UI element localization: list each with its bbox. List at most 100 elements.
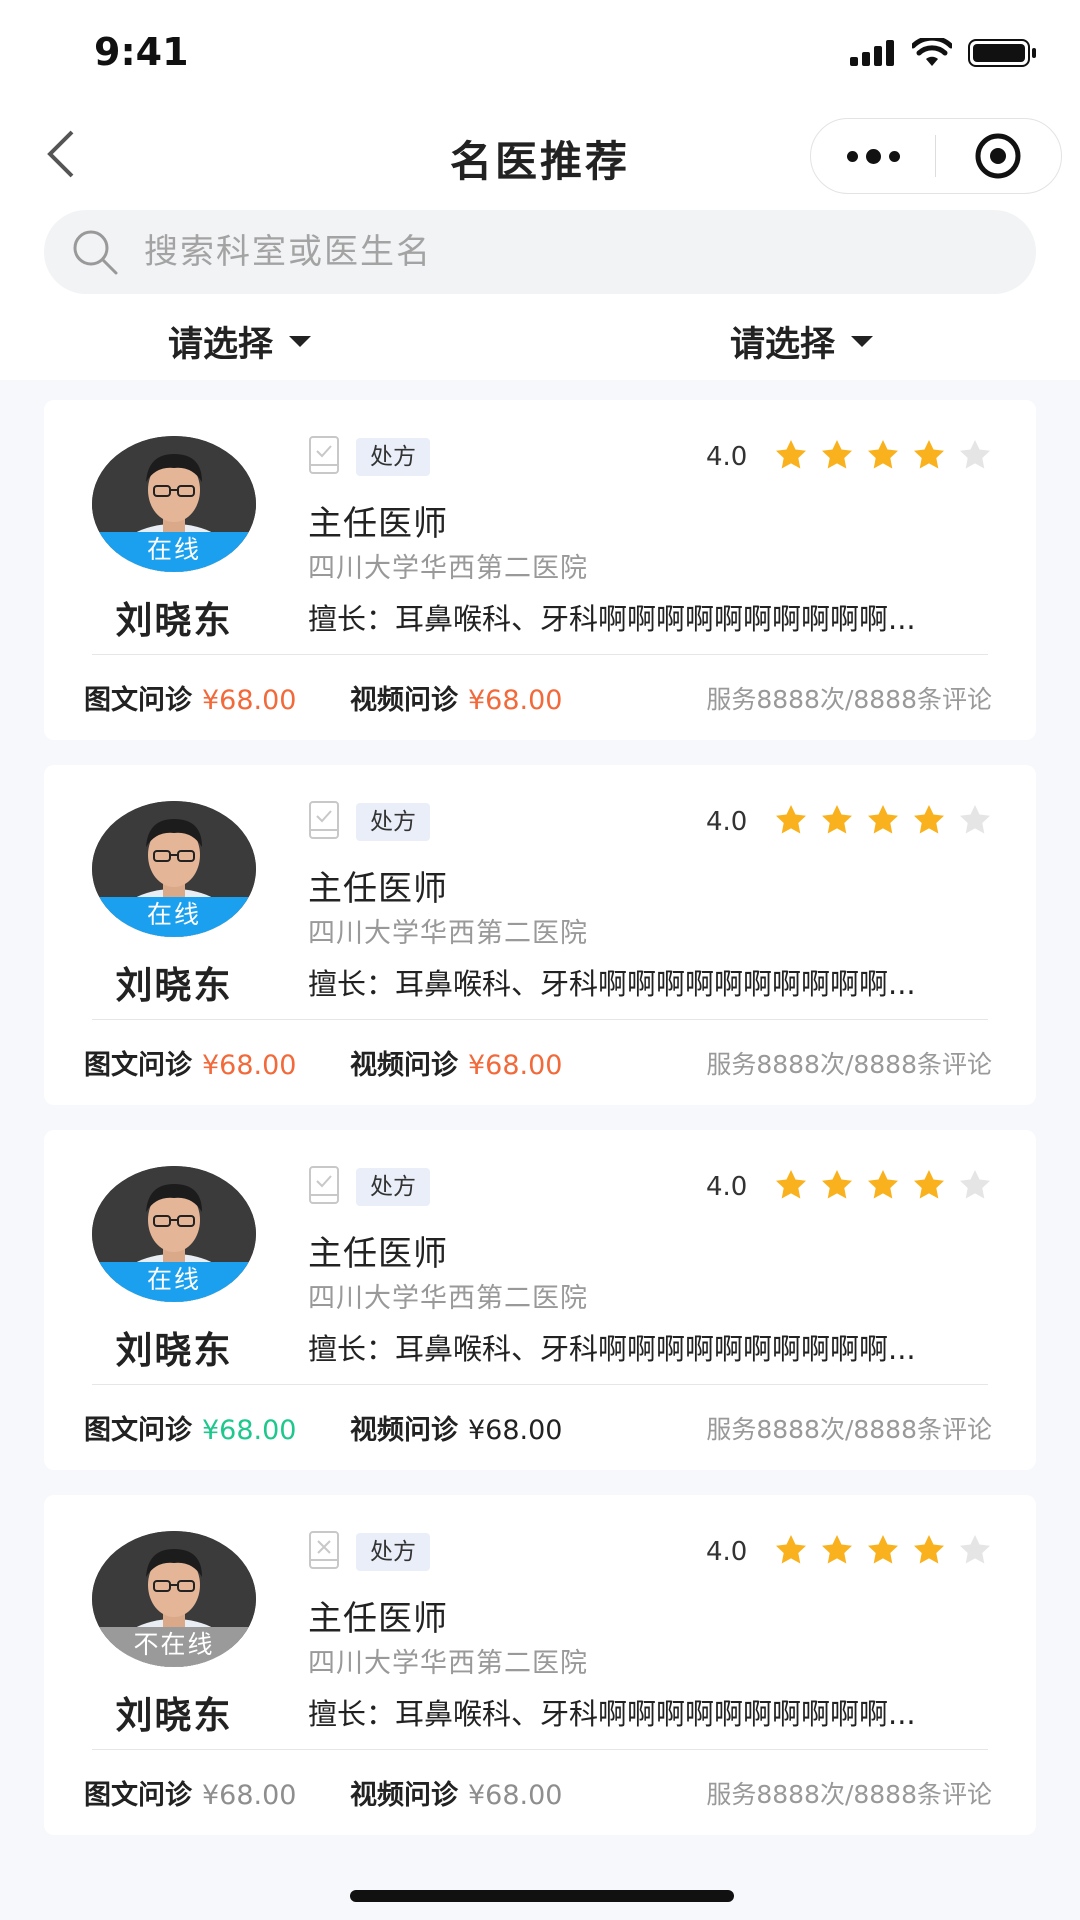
doctor-specialty: 擅长：耳鼻喉科、牙科啊啊啊啊啊啊啊啊啊啊... [308, 602, 916, 636]
star-empty-icon [960, 1170, 990, 1199]
phone-check-icon [309, 801, 339, 839]
doctor-title: 主任医师 [308, 869, 448, 909]
hospital-name: 四川大学华西第二医院 [308, 918, 588, 949]
star-filled-icon [868, 440, 898, 469]
star-empty-icon [960, 805, 990, 834]
text-consult-label: 图文问诊 [84, 1050, 192, 1081]
star-empty-icon [960, 440, 990, 469]
online-status-badge: 在线 [92, 897, 256, 937]
star-filled-icon [822, 805, 852, 834]
doctor-avatar: 在线 [92, 1166, 256, 1302]
video-consult[interactable]: 视频问诊 ¥68.00 [350, 1773, 562, 1812]
star-rating [774, 1533, 992, 1567]
video-consult-price: ¥68.00 [468, 685, 563, 716]
video-consult[interactable]: 视频问诊 ¥68.00 [350, 1408, 562, 1447]
doctor-specialty: 擅长：耳鼻喉科、牙科啊啊啊啊啊啊啊啊啊啊... [308, 1697, 916, 1731]
star-filled-icon [776, 1170, 806, 1199]
doctor-specialty: 擅长：耳鼻喉科、牙科啊啊啊啊啊啊啊啊啊啊... [308, 967, 916, 1001]
online-status-badge: 在线 [92, 532, 256, 572]
status-bar: 9:41 [0, 0, 1080, 100]
star-filled-icon [914, 805, 944, 834]
text-consult[interactable]: 图文问诊 ¥68.00 [84, 678, 296, 717]
doctor-title: 主任医师 [308, 1599, 448, 1639]
rating-value: 4.0 [706, 807, 748, 837]
phone-check-icon [309, 436, 339, 474]
video-consult[interactable]: 视频问诊 ¥68.00 [350, 678, 562, 717]
filter-bar: 请选择 请选择 [0, 310, 1080, 380]
signal-icon [850, 40, 894, 66]
star-filled-icon [822, 440, 852, 469]
miniprogram-capsule [810, 118, 1062, 194]
doctor-name: 刘晓东 [115, 1329, 233, 1372]
star-filled-icon [868, 1535, 898, 1564]
star-filled-icon [776, 1535, 806, 1564]
service-stats: 服务8888次/8888条评论 [706, 1780, 992, 1809]
doctor-card[interactable]: 在线 刘晓东 处方 4.0 主任医师 四川大学华西第二医院 擅长：耳鼻喉科、牙科… [44, 1130, 1036, 1470]
star-rating [774, 438, 992, 472]
card-divider [92, 1384, 988, 1385]
home-indicator [350, 1890, 734, 1902]
doctor-name: 刘晓东 [115, 964, 233, 1007]
doctor-avatar: 在线 [92, 436, 256, 572]
video-consult-label: 视频问诊 [350, 1780, 458, 1811]
filter-label: 请选择 [168, 325, 274, 365]
search-area: 请选择 请选择 [0, 210, 1080, 380]
hospital-name: 四川大学华西第二医院 [308, 1283, 588, 1314]
close-miniprogram-button[interactable] [936, 119, 1060, 193]
more-dot-icon [888, 150, 900, 162]
online-status-badge: 在线 [92, 1262, 256, 1302]
star-filled-icon [868, 805, 898, 834]
filter-dropdown-2[interactable]: 请选择 [730, 316, 874, 367]
text-consult-label: 图文问诊 [84, 1780, 192, 1811]
text-consult-price: ¥68.00 [202, 1415, 297, 1446]
text-consult[interactable]: 图文问诊 ¥68.00 [84, 1773, 296, 1812]
star-filled-icon [868, 1170, 898, 1199]
filter-dropdown-1[interactable]: 请选择 [168, 316, 312, 367]
text-consult[interactable]: 图文问诊 ¥68.00 [84, 1043, 296, 1082]
hospital-name: 四川大学华西第二医院 [308, 1648, 588, 1679]
star-filled-icon [914, 1535, 944, 1564]
service-stats: 服务8888次/8888条评论 [706, 685, 992, 714]
nav-bar: 名医推荐 [0, 100, 1080, 210]
star-filled-icon [776, 805, 806, 834]
star-filled-icon [822, 1535, 852, 1564]
star-filled-icon [776, 440, 806, 469]
prescription-badge: 处方 [356, 803, 430, 841]
doctor-card[interactable]: 在线 刘晓东 处方 4.0 主任医师 四川大学华西第二医院 擅长：耳鼻喉科、牙科… [44, 765, 1036, 1105]
doctor-name: 刘晓东 [115, 1694, 233, 1737]
text-consult-price: ¥68.00 [202, 1050, 297, 1081]
search-input[interactable] [142, 231, 946, 273]
text-consult-price: ¥68.00 [202, 1780, 297, 1811]
doctor-avatar: 不在线 [92, 1531, 256, 1667]
rating-value: 4.0 [706, 1172, 748, 1202]
doctor-avatar: 在线 [92, 801, 256, 937]
wifi-icon [912, 38, 952, 66]
text-consult-price: ¥68.00 [202, 685, 297, 716]
doctor-card[interactable]: 在线 刘晓东 处方 4.0 主任医师 四川大学华西第二医院 擅长：耳鼻喉科、牙科… [44, 400, 1036, 740]
text-consult[interactable]: 图文问诊 ¥68.00 [84, 1408, 296, 1447]
video-consult-price: ¥68.00 [468, 1780, 563, 1811]
status-time: 9:41 [94, 30, 189, 74]
more-button[interactable] [811, 119, 935, 193]
battery-icon [968, 39, 1036, 67]
video-consult[interactable]: 视频问诊 ¥68.00 [350, 1043, 562, 1082]
text-consult-label: 图文问诊 [84, 1415, 192, 1446]
rating-value: 4.0 [706, 442, 748, 472]
card-divider [92, 1019, 988, 1020]
doctor-title: 主任医师 [308, 504, 448, 544]
search-icon [73, 230, 118, 275]
filter-label: 请选择 [730, 325, 836, 365]
search-box[interactable] [44, 210, 1036, 294]
star-rating [774, 803, 992, 837]
doctor-specialty: 擅长：耳鼻喉科、牙科啊啊啊啊啊啊啊啊啊啊... [308, 1332, 916, 1366]
video-consult-price: ¥68.00 [468, 1415, 563, 1446]
text-consult-label: 图文问诊 [84, 685, 192, 716]
doctor-name: 刘晓东 [115, 599, 233, 642]
prescription-badge: 处方 [356, 1533, 430, 1571]
video-consult-label: 视频问诊 [350, 1415, 458, 1446]
target-close-icon [975, 133, 1021, 179]
phone-check-icon [309, 1166, 339, 1204]
online-status-badge: 不在线 [92, 1627, 256, 1667]
star-filled-icon [822, 1170, 852, 1199]
doctor-card[interactable]: 不在线 刘晓东 处方 4.0 主任医师 四川大学华西第二医院 擅长：耳鼻喉科、牙… [44, 1495, 1036, 1835]
